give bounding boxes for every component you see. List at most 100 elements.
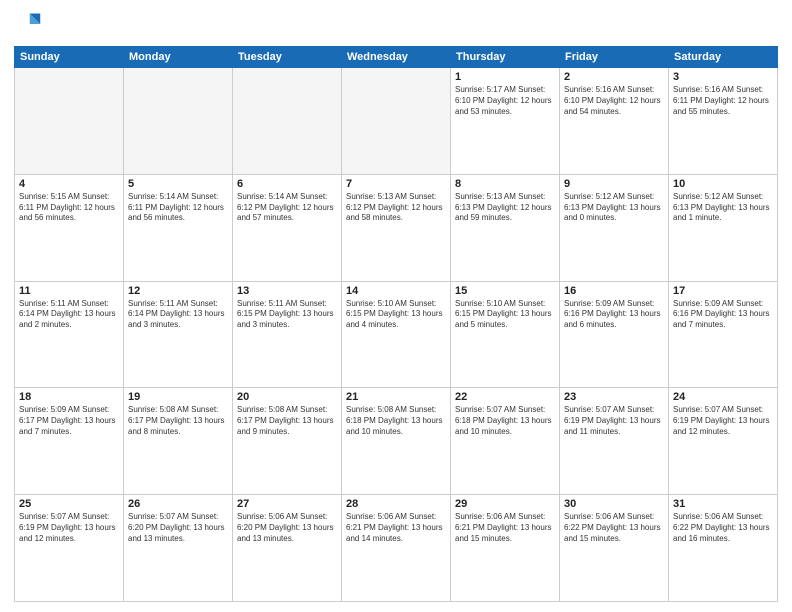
day-cell: [342, 68, 451, 175]
day-info: Sunrise: 5:13 AM Sunset: 6:12 PM Dayligh…: [346, 192, 446, 224]
day-info: Sunrise: 5:12 AM Sunset: 6:13 PM Dayligh…: [564, 192, 664, 224]
day-info: Sunrise: 5:07 AM Sunset: 6:19 PM Dayligh…: [673, 405, 773, 437]
day-cell: 7 Sunrise: 5:13 AM Sunset: 6:12 PM Daylig…: [342, 174, 451, 281]
day-cell: [233, 68, 342, 175]
day-info: Sunrise: 5:11 AM Sunset: 6:15 PM Dayligh…: [237, 299, 337, 331]
day-info: Sunrise: 5:06 AM Sunset: 6:21 PM Dayligh…: [346, 512, 446, 544]
day-cell: 30 Sunrise: 5:06 AM Sunset: 6:22 PM Dayli…: [560, 495, 669, 602]
day-number: 2: [564, 71, 664, 83]
day-cell: 19Sunrise: 5:08 AM Sunset: 6:17 PM Dayli…: [124, 388, 233, 495]
page: SundayMondayTuesdayWednesdayThursdayFrid…: [0, 0, 792, 612]
day-cell: [15, 68, 124, 175]
day-cell: 17 Sunrise: 5:09 AM Sunset: 6:16 PM Dayli…: [669, 281, 778, 388]
day-info: Sunrise: 5:07 AM Sunset: 6:20 PM Dayligh…: [128, 512, 228, 544]
day-number: 31: [673, 498, 773, 510]
day-info: Sunrise: 5:13 AM Sunset: 6:13 PM Dayligh…: [455, 192, 555, 224]
day-info: Sunrise: 5:09 AM Sunset: 6:16 PM Dayligh…: [673, 299, 773, 331]
weekday-header-saturday: Saturday: [669, 47, 778, 68]
day-info: Sunrise: 5:17 AM Sunset: 6:10 PM Dayligh…: [455, 85, 555, 117]
weekday-header-wednesday: Wednesday: [342, 47, 451, 68]
day-number: 27: [237, 498, 337, 510]
day-number: 17: [673, 285, 773, 297]
day-cell: 6 Sunrise: 5:14 AM Sunset: 6:12 PM Daylig…: [233, 174, 342, 281]
weekday-header-thursday: Thursday: [451, 47, 560, 68]
day-number: 3: [673, 71, 773, 83]
day-cell: 4 Sunrise: 5:15 AM Sunset: 6:11 PM Daylig…: [15, 174, 124, 281]
day-cell: 24 Sunrise: 5:07 AM Sunset: 6:19 PM Dayli…: [669, 388, 778, 495]
day-info: Sunrise: 5:14 AM Sunset: 6:11 PM Dayligh…: [128, 192, 228, 224]
day-number: 1: [455, 71, 555, 83]
day-number: 29: [455, 498, 555, 510]
day-info: Sunrise: 5:09 AM Sunset: 6:16 PM Dayligh…: [564, 299, 664, 331]
week-row-4: 18 Sunrise: 5:09 AM Sunset: 6:17 PM Dayli…: [15, 388, 778, 495]
day-cell: 26 Sunrise: 5:07 AM Sunset: 6:20 PM Dayli…: [124, 495, 233, 602]
day-info: Sunrise: 5:10 AM Sunset: 6:15 PM Dayligh…: [455, 299, 555, 331]
weekday-header-tuesday: Tuesday: [233, 47, 342, 68]
day-cell: 31Sunrise: 5:06 AM Sunset: 6:22 PM Dayli…: [669, 495, 778, 602]
day-number: 4: [19, 178, 119, 190]
day-cell: 27 Sunrise: 5:06 AM Sunset: 6:20 PM Dayli…: [233, 495, 342, 602]
day-number: 8: [455, 178, 555, 190]
day-cell: 23 Sunrise: 5:07 AM Sunset: 6:19 PM Dayli…: [560, 388, 669, 495]
day-number: 7: [346, 178, 446, 190]
day-info: Sunrise: 5:09 AM Sunset: 6:17 PM Dayligh…: [19, 405, 119, 437]
day-number: 24: [673, 391, 773, 403]
day-cell: 14Sunrise: 5:10 AM Sunset: 6:15 PM Dayli…: [342, 281, 451, 388]
day-number: 18: [19, 391, 119, 403]
day-number: 16: [564, 285, 664, 297]
day-cell: 21 Sunrise: 5:08 AM Sunset: 6:18 PM Dayli…: [342, 388, 451, 495]
week-row-1: 1 Sunrise: 5:17 AM Sunset: 6:10 PM Daylig…: [15, 68, 778, 175]
calendar-table: SundayMondayTuesdayWednesdayThursdayFrid…: [14, 46, 778, 602]
day-cell: 3Sunrise: 5:16 AM Sunset: 6:11 PM Daylig…: [669, 68, 778, 175]
day-number: 11: [19, 285, 119, 297]
day-cell: 5 Sunrise: 5:14 AM Sunset: 6:11 PM Daylig…: [124, 174, 233, 281]
day-info: Sunrise: 5:07 AM Sunset: 6:19 PM Dayligh…: [19, 512, 119, 544]
day-number: 30: [564, 498, 664, 510]
day-info: Sunrise: 5:12 AM Sunset: 6:13 PM Dayligh…: [673, 192, 773, 224]
day-info: Sunrise: 5:14 AM Sunset: 6:12 PM Dayligh…: [237, 192, 337, 224]
day-cell: 18 Sunrise: 5:09 AM Sunset: 6:17 PM Dayli…: [15, 388, 124, 495]
day-number: 23: [564, 391, 664, 403]
day-number: 20: [237, 391, 337, 403]
day-number: 9: [564, 178, 664, 190]
day-info: Sunrise: 5:06 AM Sunset: 6:22 PM Dayligh…: [564, 512, 664, 544]
day-info: Sunrise: 5:06 AM Sunset: 6:20 PM Dayligh…: [237, 512, 337, 544]
weekday-header-monday: Monday: [124, 47, 233, 68]
day-number: 10: [673, 178, 773, 190]
day-info: Sunrise: 5:07 AM Sunset: 6:18 PM Dayligh…: [455, 405, 555, 437]
day-info: Sunrise: 5:06 AM Sunset: 6:21 PM Dayligh…: [455, 512, 555, 544]
day-info: Sunrise: 5:15 AM Sunset: 6:11 PM Dayligh…: [19, 192, 119, 224]
day-info: Sunrise: 5:07 AM Sunset: 6:19 PM Dayligh…: [564, 405, 664, 437]
day-number: 26: [128, 498, 228, 510]
day-cell: 25 Sunrise: 5:07 AM Sunset: 6:19 PM Dayli…: [15, 495, 124, 602]
day-cell: 11 Sunrise: 5:11 AM Sunset: 6:14 PM Dayli…: [15, 281, 124, 388]
day-number: 19: [128, 391, 228, 403]
day-cell: 2Sunrise: 5:16 AM Sunset: 6:10 PM Daylig…: [560, 68, 669, 175]
day-number: 28: [346, 498, 446, 510]
day-number: 21: [346, 391, 446, 403]
day-cell: 9 Sunrise: 5:12 AM Sunset: 6:13 PM Daylig…: [560, 174, 669, 281]
day-number: 25: [19, 498, 119, 510]
day-number: 13: [237, 285, 337, 297]
day-cell: 10 Sunrise: 5:12 AM Sunset: 6:13 PM Dayli…: [669, 174, 778, 281]
day-number: 6: [237, 178, 337, 190]
day-info: Sunrise: 5:11 AM Sunset: 6:14 PM Dayligh…: [19, 299, 119, 331]
day-info: Sunrise: 5:08 AM Sunset: 6:18 PM Dayligh…: [346, 405, 446, 437]
day-cell: [124, 68, 233, 175]
header: [14, 10, 778, 38]
week-row-2: 4 Sunrise: 5:15 AM Sunset: 6:11 PM Daylig…: [15, 174, 778, 281]
week-row-5: 25 Sunrise: 5:07 AM Sunset: 6:19 PM Dayli…: [15, 495, 778, 602]
day-cell: 1 Sunrise: 5:17 AM Sunset: 6:10 PM Daylig…: [451, 68, 560, 175]
logo-icon: [14, 10, 42, 38]
day-number: 14: [346, 285, 446, 297]
day-info: Sunrise: 5:11 AM Sunset: 6:14 PM Dayligh…: [128, 299, 228, 331]
day-info: Sunrise: 5:08 AM Sunset: 6:17 PM Dayligh…: [237, 405, 337, 437]
day-cell: 28 Sunrise: 5:06 AM Sunset: 6:21 PM Dayli…: [342, 495, 451, 602]
weekday-header-friday: Friday: [560, 47, 669, 68]
day-cell: 20 Sunrise: 5:08 AM Sunset: 6:17 PM Dayli…: [233, 388, 342, 495]
day-cell: 22Sunrise: 5:07 AM Sunset: 6:18 PM Dayli…: [451, 388, 560, 495]
day-number: 5: [128, 178, 228, 190]
week-row-3: 11 Sunrise: 5:11 AM Sunset: 6:14 PM Dayli…: [15, 281, 778, 388]
logo: [14, 10, 46, 38]
day-cell: 8 Sunrise: 5:13 AM Sunset: 6:13 PM Daylig…: [451, 174, 560, 281]
